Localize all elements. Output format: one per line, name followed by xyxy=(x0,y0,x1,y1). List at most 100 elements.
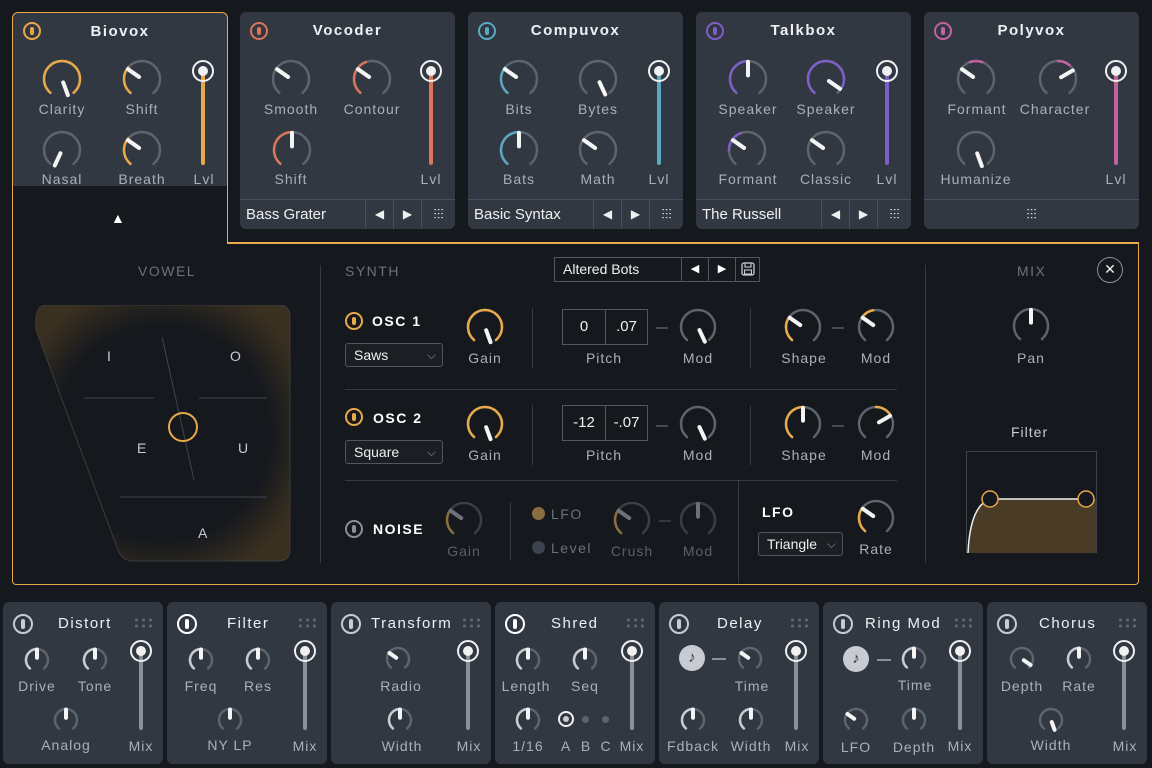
radio-knob[interactable] xyxy=(385,646,411,672)
prev-preset-button[interactable]: ◀ xyxy=(821,200,849,229)
drive-knob[interactable] xyxy=(24,647,50,673)
distort-mix-handle[interactable] xyxy=(130,640,152,662)
noise-gain-knob[interactable] xyxy=(445,501,483,539)
drag-handle-icon[interactable] xyxy=(461,617,481,629)
drag-handle-icon[interactable] xyxy=(133,617,153,629)
polyvox-level-handle[interactable] xyxy=(1105,60,1127,82)
power-icon[interactable] xyxy=(505,614,525,634)
shift-knob[interactable] xyxy=(122,59,162,99)
ringmod-mix-handle[interactable] xyxy=(949,640,971,662)
prev-preset-button[interactable]: ◀ xyxy=(681,258,708,281)
character-knob[interactable] xyxy=(1038,59,1078,99)
formant-knob[interactable] xyxy=(727,130,767,170)
mixer-icon[interactable]: ⫶⫶⫶ xyxy=(649,200,683,229)
filter-curve-display[interactable] xyxy=(966,451,1098,554)
pitch-fine[interactable]: -.07 xyxy=(605,406,647,440)
noise-level-label[interactable]: Level xyxy=(551,540,592,556)
chorus-mix-handle[interactable] xyxy=(1113,640,1135,662)
mixer-icon[interactable]: ⫶⫶⫶ xyxy=(421,200,455,229)
osc1-gain-knob[interactable] xyxy=(466,308,504,346)
power-icon[interactable] xyxy=(669,614,689,634)
synth-preset-name[interactable]: Altered Bots xyxy=(555,258,681,281)
shred-mix-handle[interactable] xyxy=(621,640,643,662)
transform-mix-handle[interactable] xyxy=(457,640,479,662)
polyvox-level-track[interactable] xyxy=(1114,71,1118,165)
compuvox-level-track[interactable] xyxy=(657,71,661,165)
rate-16-knob[interactable] xyxy=(515,707,541,733)
length-knob[interactable] xyxy=(515,647,541,673)
tone-knob[interactable] xyxy=(82,647,108,673)
depth-knob[interactable] xyxy=(901,707,927,733)
vocoder-module[interactable]: Vocoder Bass Grater ◀ ▶ ⫶⫶⫶ xyxy=(240,12,455,229)
power-icon[interactable] xyxy=(833,614,853,634)
bats-knob[interactable] xyxy=(499,130,539,170)
prev-preset-button[interactable]: ◀ xyxy=(593,200,621,229)
compuvox-level-handle[interactable] xyxy=(648,60,670,82)
bits-knob[interactable] xyxy=(499,59,539,99)
preset-name[interactable]: The Russell xyxy=(696,200,821,229)
chorus-width-knob[interactable] xyxy=(1038,707,1064,733)
pattern-c-radio[interactable] xyxy=(602,716,609,723)
next-preset-button[interactable]: ▶ xyxy=(621,200,649,229)
ring-time-knob[interactable] xyxy=(901,646,927,672)
pan-knob[interactable] xyxy=(1012,307,1050,345)
compuvox-module[interactable]: Compuvox Basic Syntax ◀ ▶ ⫶⫶⫶ xyxy=(468,12,683,229)
lfo-knob[interactable] xyxy=(843,707,869,733)
analog-knob[interactable] xyxy=(53,707,79,733)
osc1-mod-knob[interactable] xyxy=(679,308,717,346)
pattern-a-radio[interactable] xyxy=(558,711,574,727)
pitch-semitones[interactable]: -12 xyxy=(563,406,605,440)
width-knob[interactable] xyxy=(387,707,413,733)
preset-name[interactable]: Basic Syntax xyxy=(468,200,593,229)
breath-knob[interactable] xyxy=(122,130,162,170)
ringmod-mix-track[interactable] xyxy=(958,651,962,730)
biovox-level-track[interactable] xyxy=(201,71,205,165)
osc2-power-icon[interactable] xyxy=(345,408,363,426)
talkbox-level-handle[interactable] xyxy=(876,60,898,82)
vowel-pad[interactable] xyxy=(34,305,294,565)
delay-mix-handle[interactable] xyxy=(785,640,807,662)
bytes-knob[interactable] xyxy=(578,59,618,99)
osc1-shape-knob[interactable] xyxy=(784,308,822,346)
drag-handle-icon[interactable] xyxy=(297,617,317,629)
next-preset-button[interactable]: ▶ xyxy=(708,258,735,281)
osc2-mod-knob[interactable] xyxy=(679,405,717,443)
power-icon[interactable] xyxy=(997,614,1017,634)
power-icon[interactable] xyxy=(341,614,361,634)
nasal-knob[interactable] xyxy=(42,130,82,170)
noise-mod-knob[interactable] xyxy=(679,501,717,539)
noise-power-icon[interactable] xyxy=(345,520,363,538)
next-preset-button[interactable]: ▶ xyxy=(849,200,877,229)
drag-handle-icon[interactable] xyxy=(1117,617,1137,629)
noise-lfo-radio[interactable] xyxy=(532,507,545,520)
fdback-knob[interactable] xyxy=(680,707,706,733)
osc1-power-icon[interactable] xyxy=(345,312,363,330)
transform-mix-track[interactable] xyxy=(466,651,470,730)
vocoder-level-handle[interactable] xyxy=(420,60,442,82)
mixer-icon[interactable]: ⫶⫶⫶ xyxy=(924,200,1139,229)
delay-width-knob[interactable] xyxy=(738,707,764,733)
mixer-icon[interactable]: ⫶⫶⫶ xyxy=(877,200,911,229)
collapse-icon[interactable]: ▲ xyxy=(111,210,125,226)
power-icon[interactable] xyxy=(177,614,197,634)
speaker-2-knob[interactable] xyxy=(806,59,846,99)
drag-handle-icon[interactable] xyxy=(953,617,973,629)
vocoder-level-track[interactable] xyxy=(429,71,433,165)
pitch-fine[interactable]: .07 xyxy=(605,310,647,344)
formant-knob[interactable] xyxy=(956,59,996,99)
polyvox-module[interactable]: Polyvox ⫶⫶⫶ xyxy=(924,12,1139,229)
shred-mix-track[interactable] xyxy=(630,651,634,730)
noise-level-radio[interactable] xyxy=(532,541,545,554)
biovox-level-handle[interactable] xyxy=(192,60,214,82)
noise-lfo-label[interactable]: LFO xyxy=(551,506,583,522)
distort-mix-track[interactable] xyxy=(139,651,143,730)
res-knob[interactable] xyxy=(245,647,271,673)
osc2-gain-knob[interactable] xyxy=(466,405,504,443)
filter-mix-track[interactable] xyxy=(303,651,307,730)
ny-lp-knob[interactable] xyxy=(217,707,243,733)
clarity-knob[interactable] xyxy=(42,59,82,99)
prev-preset-button[interactable]: ◀ xyxy=(365,200,393,229)
chorus-mix-track[interactable] xyxy=(1122,651,1126,730)
crush-knob[interactable] xyxy=(613,501,651,539)
osc2-shape-knob[interactable] xyxy=(784,405,822,443)
